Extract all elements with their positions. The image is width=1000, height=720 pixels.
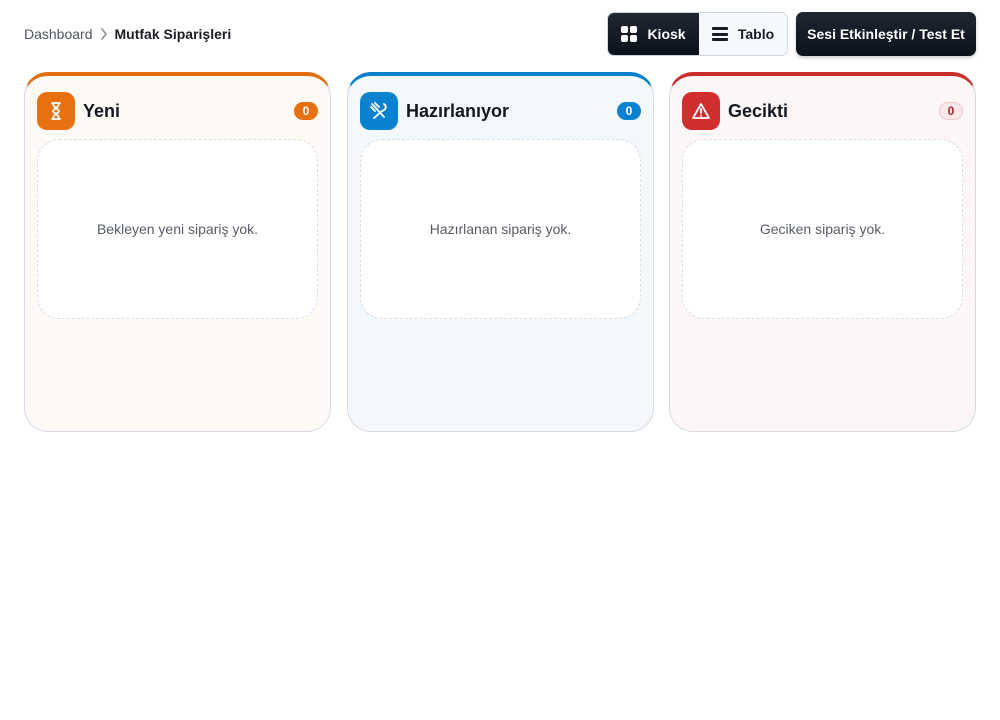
count-badge: 0: [939, 102, 963, 120]
breadcrumb: Dashboard Mutfak Siparişleri: [24, 26, 231, 42]
column-title: Yeni: [83, 100, 121, 121]
count-badge: 0: [294, 102, 318, 120]
column-title: Gecikti: [728, 100, 789, 121]
column-header: Gecikti 0: [682, 92, 963, 130]
order-board: Yeni 0 Bekleyen yeni sipariş yok. Hazırl…: [24, 72, 976, 432]
utensils-icon: [360, 92, 398, 130]
grid-icon: [621, 26, 638, 42]
column-title: Hazırlanıyor: [406, 100, 510, 121]
empty-state: Geciken sipariş yok.: [682, 139, 963, 319]
hourglass-icon: [37, 92, 75, 130]
top-bar: Dashboard Mutfak Siparişleri Kiosk Tablo…: [0, 0, 1000, 68]
page-title: Mutfak Siparişleri: [114, 26, 232, 42]
warning-icon: [682, 92, 720, 130]
empty-state: Bekleyen yeni sipariş yok.: [37, 139, 318, 319]
view-toggle: Kiosk Tablo: [607, 12, 788, 56]
column-new: Yeni 0 Bekleyen yeni sipariş yok.: [24, 72, 331, 432]
count-badge: 0: [617, 102, 641, 120]
chevron-right-icon: [93, 26, 115, 42]
tablo-view-label: Tablo: [737, 26, 775, 42]
column-delayed: Gecikti 0 Geciken sipariş yok.: [669, 72, 976, 432]
breadcrumb-dashboard-link[interactable]: Dashboard: [24, 26, 93, 42]
tablo-view-button[interactable]: Tablo: [699, 13, 787, 55]
kiosk-view-button[interactable]: Kiosk: [608, 13, 699, 55]
enable-sound-button[interactable]: Sesi Etkinleştir / Test Et: [796, 12, 976, 56]
kiosk-view-label: Kiosk: [647, 26, 686, 42]
column-header: Hazırlanıyor 0: [360, 92, 641, 130]
column-header: Yeni 0: [37, 92, 318, 130]
empty-state: Hazırlanan sipariş yok.: [360, 139, 641, 319]
column-preparing: Hazırlanıyor 0 Hazırlanan sipariş yok.: [347, 72, 654, 432]
list-icon: [711, 27, 728, 41]
